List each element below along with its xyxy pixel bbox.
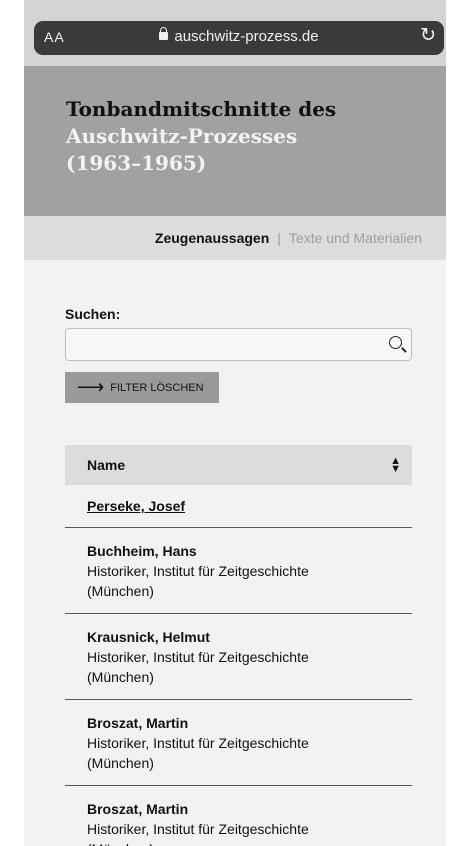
- main-content: Suchen: ⟶ FILTER LÖSCHEN Name ▲ ▼ Perseke…: [24, 260, 446, 846]
- table-row[interactable]: Krausnick, Helmut Historiker, Institut f…: [65, 614, 412, 700]
- site-header: Tonbandmitschnitte des Auschwitz-Prozess…: [24, 66, 446, 216]
- witness-name[interactable]: Broszat, Martin: [87, 713, 412, 733]
- clear-filter-button[interactable]: ⟶ FILTER LÖSCHEN: [65, 372, 219, 403]
- table-row[interactable]: Broszat, Martin Historiker, Institut für…: [65, 786, 412, 846]
- name-column-header[interactable]: Name ▲ ▼: [65, 445, 412, 485]
- lock-icon: [159, 27, 169, 40]
- url-text: auschwitz-prozess.de: [174, 28, 319, 45]
- address-bar[interactable]: AA auschwitz-prozess.de ↻: [34, 21, 444, 55]
- nav-zeugenaussagen[interactable]: Zeugenaussagen: [155, 230, 269, 246]
- title-subtitle: Auschwitz-Prozesses (1963–1965): [66, 124, 298, 175]
- witness-name[interactable]: Buchheim, Hans: [87, 541, 412, 561]
- nav-texte-materialien[interactable]: Texte und Materialien: [289, 230, 422, 246]
- title-main: Tonbandmitschnitte des: [66, 97, 337, 121]
- mobile-screen: AA auschwitz-prozess.de ↻ Tonbandmitschn…: [24, 0, 446, 846]
- witness-table: Name ▲ ▼ Perseke, Josef Buchheim, Hans Hi…: [65, 445, 412, 846]
- section-nav: Zeugenaussagen | Texte und Materialien: [24, 216, 446, 260]
- page-title: Tonbandmitschnitte des Auschwitz-Prozess…: [66, 96, 366, 177]
- url-display[interactable]: auschwitz-prozess.de: [34, 27, 444, 45]
- search-icon[interactable]: [389, 336, 402, 349]
- search-label: Suchen:: [65, 306, 121, 322]
- table-row[interactable]: Buchheim, Hans Historiker, Institut für …: [65, 528, 412, 614]
- clear-filter-label: FILTER LÖSCHEN: [110, 381, 204, 394]
- witness-name[interactable]: Krausnick, Helmut: [87, 627, 412, 647]
- reload-icon[interactable]: ↻: [420, 26, 436, 45]
- table-row[interactable]: Broszat, Martin Historiker, Institut für…: [65, 700, 412, 786]
- witness-role: Historiker, Institut für Zeitgeschichte …: [87, 563, 309, 599]
- witness-name-link[interactable]: Perseke, Josef: [87, 496, 412, 516]
- witness-role: Historiker, Institut für Zeitgeschichte …: [87, 649, 309, 685]
- table-row[interactable]: Perseke, Josef: [65, 485, 412, 528]
- search-input[interactable]: [65, 328, 412, 361]
- witness-role: Historiker, Institut für Zeitgeschichte …: [87, 735, 309, 771]
- column-label: Name: [87, 457, 126, 473]
- witness-name[interactable]: Broszat, Martin: [87, 799, 412, 819]
- nav-separator: |: [277, 230, 281, 246]
- arrow-right-icon: ⟶: [77, 377, 105, 398]
- witness-role: Historiker, Institut für Zeitgeschichte …: [87, 821, 309, 846]
- browser-toolbar: AA auschwitz-prozess.de ↻: [24, 0, 446, 66]
- sort-icon[interactable]: ▲ ▼: [390, 445, 401, 485]
